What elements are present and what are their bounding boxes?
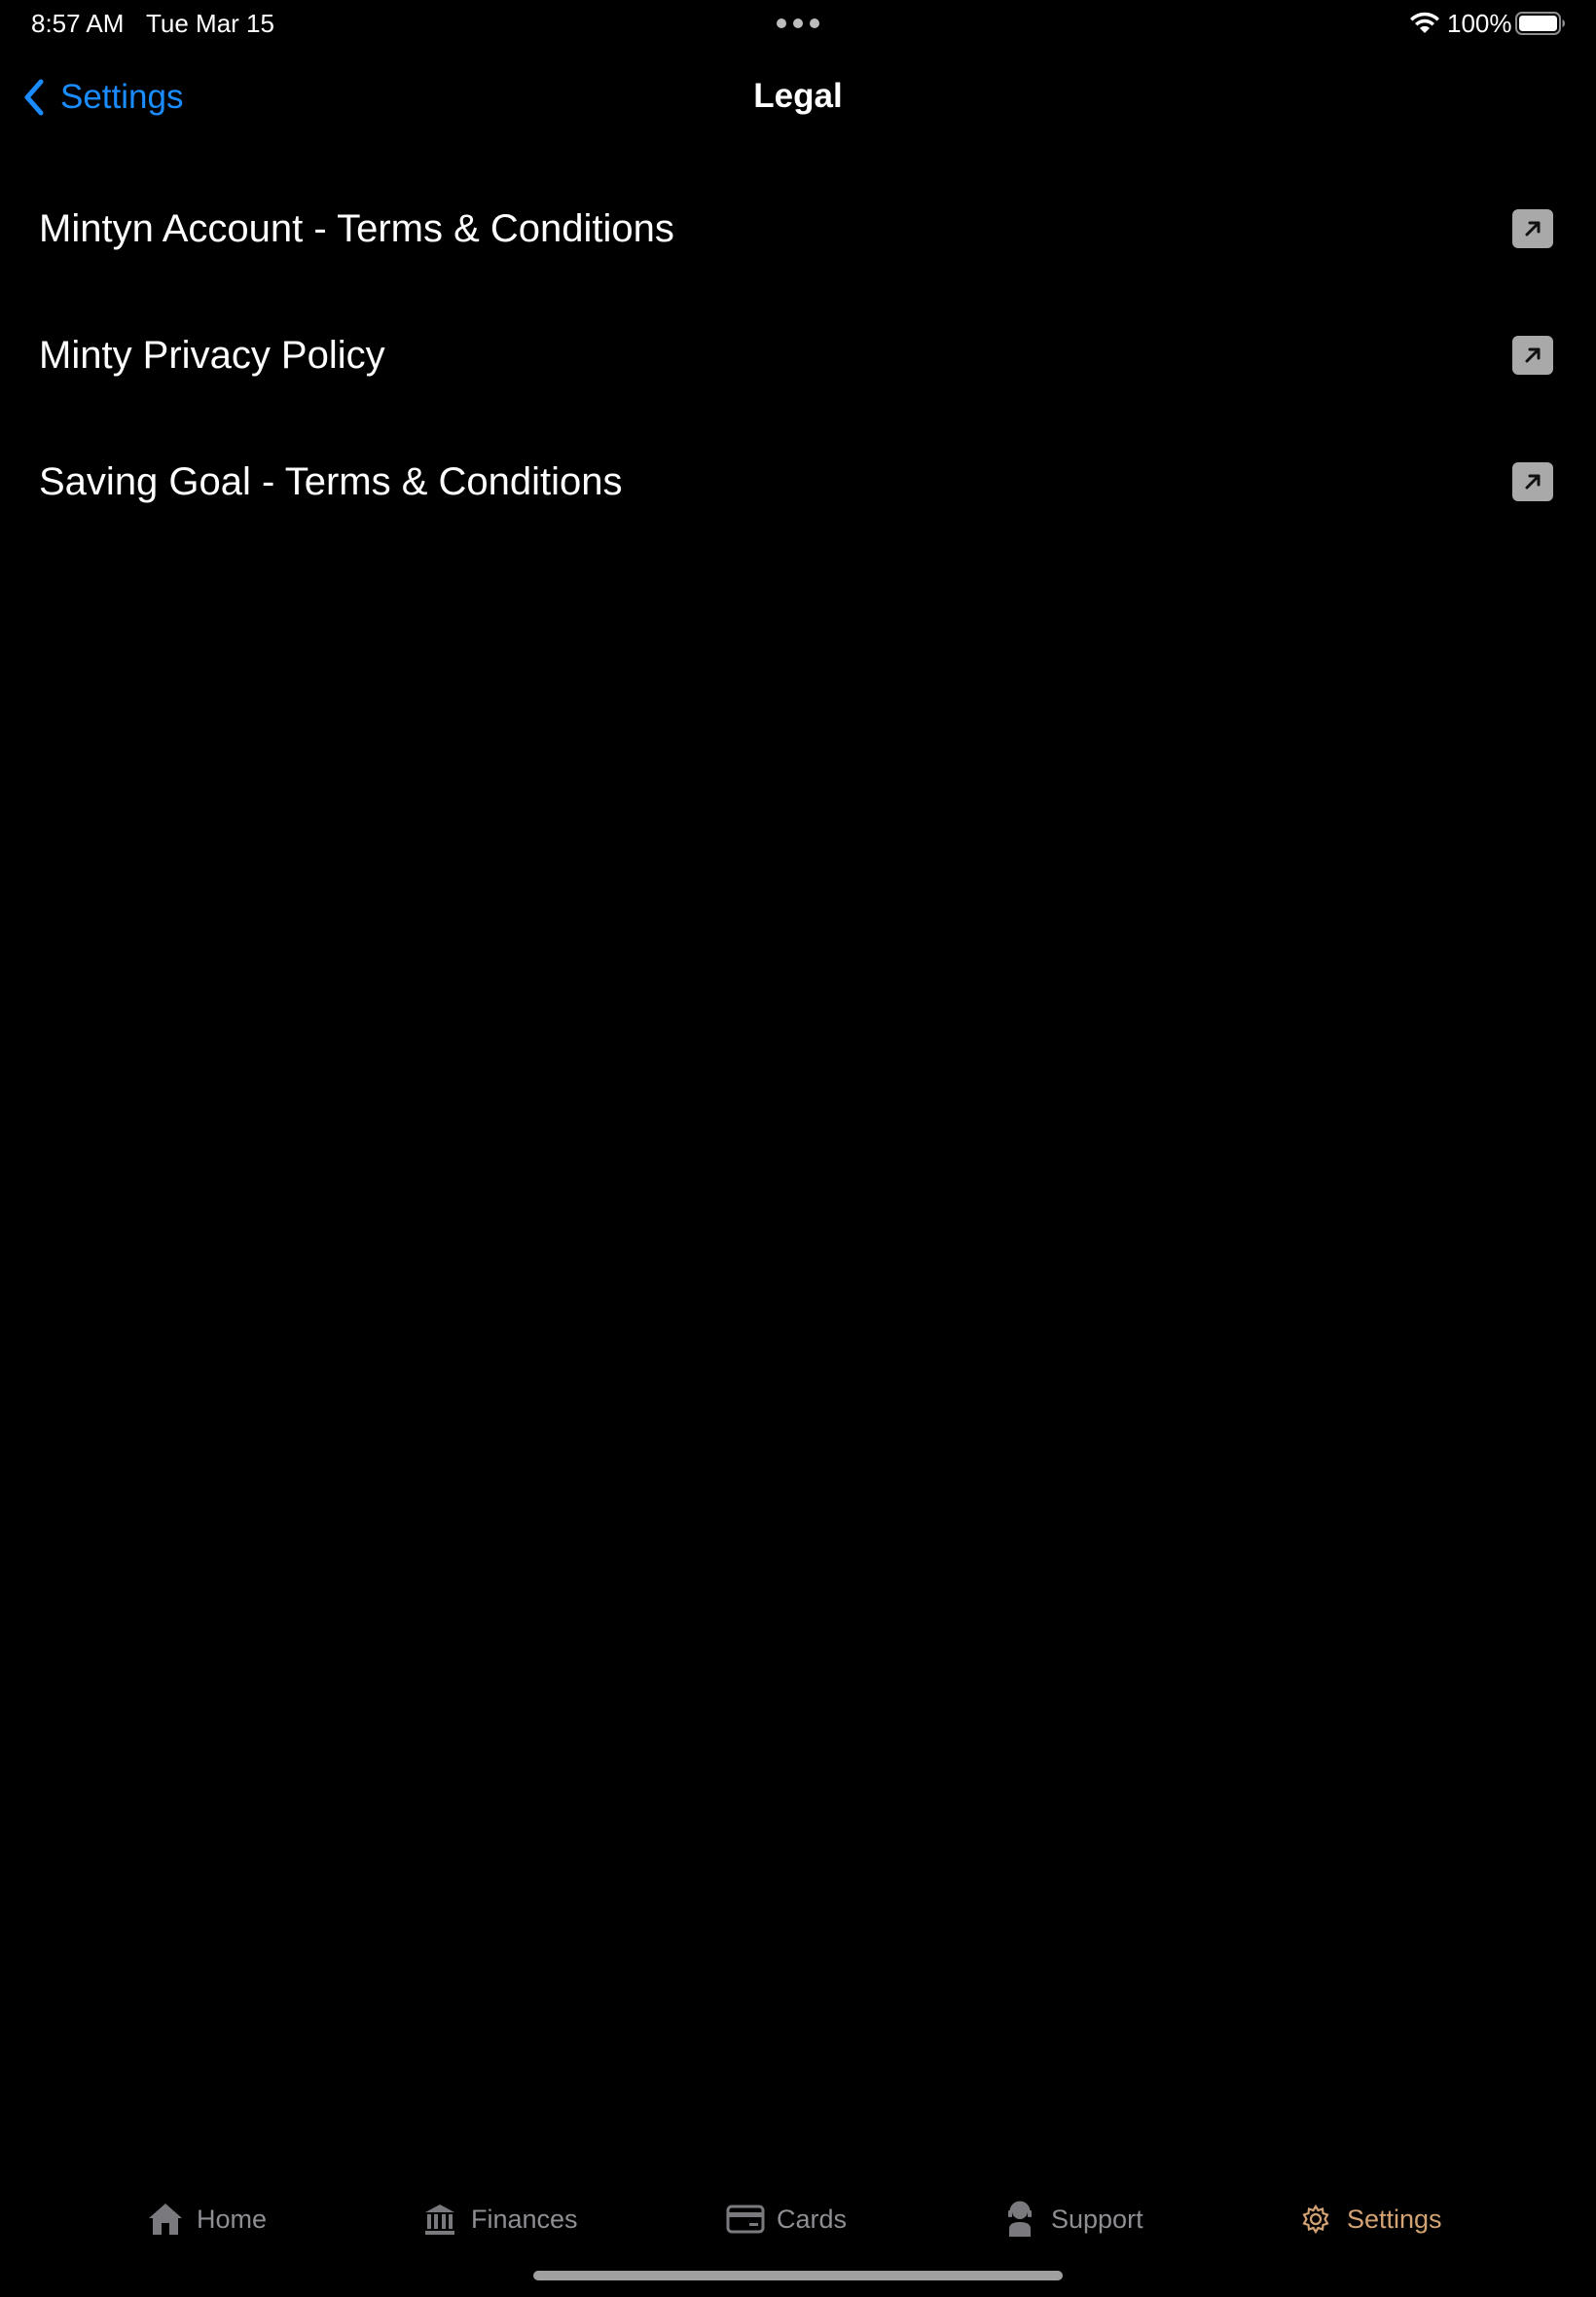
- card-icon: [726, 2200, 765, 2239]
- tab-label: Settings: [1347, 2204, 1442, 2234]
- battery-percent: 100%: [1447, 9, 1512, 38]
- home-icon: [146, 2200, 185, 2239]
- external-link-icon[interactable]: [1512, 336, 1553, 375]
- list-item-saving-goal-terms[interactable]: Saving Goal - Terms & Conditions: [0, 419, 1596, 545]
- home-indicator[interactable]: [533, 2271, 1063, 2280]
- tab-label: Cards: [777, 2204, 848, 2234]
- tab-cards[interactable]: Cards: [726, 2190, 847, 2248]
- multitasking-dots-icon[interactable]: [777, 18, 819, 28]
- list-item-label: Minty Privacy Policy: [39, 333, 385, 377]
- bank-icon: [420, 2200, 459, 2239]
- battery-icon: [1515, 12, 1565, 35]
- tab-settings[interactable]: Settings: [1296, 2190, 1442, 2248]
- list-item-label: Mintyn Account - Terms & Conditions: [39, 206, 674, 250]
- tab-label: Home: [197, 2204, 268, 2234]
- tab-home[interactable]: Home: [146, 2190, 267, 2248]
- support-agent-icon: [1000, 2200, 1039, 2239]
- tab-label: Support: [1051, 2204, 1143, 2234]
- tab-finances[interactable]: Finances: [420, 2190, 578, 2248]
- tab-label: Finances: [471, 2204, 578, 2234]
- navigation-bar: Settings Legal: [0, 58, 1596, 136]
- status-time: 8:57 AM: [31, 9, 125, 38]
- list-item-mintyn-account-terms[interactable]: Mintyn Account - Terms & Conditions: [0, 165, 1596, 292]
- page-title: Legal: [753, 77, 843, 115]
- status-bar: 8:57 AM Tue Mar 15 100%: [0, 0, 1596, 49]
- list-item-label: Saving Goal - Terms & Conditions: [39, 459, 623, 503]
- legal-documents-list: Mintyn Account - Terms & Conditions Mint…: [0, 165, 1596, 545]
- wifi-icon: [1410, 12, 1439, 33]
- tab-support[interactable]: Support: [1000, 2190, 1143, 2248]
- external-link-icon[interactable]: [1512, 462, 1553, 501]
- status-date: Tue Mar 15: [146, 9, 274, 38]
- gear-icon: [1296, 2200, 1335, 2239]
- tab-bar: Home Finances Cards Support Settings: [0, 2190, 1596, 2248]
- external-link-icon[interactable]: [1512, 209, 1553, 248]
- list-item-privacy-policy[interactable]: Minty Privacy Policy: [0, 292, 1596, 419]
